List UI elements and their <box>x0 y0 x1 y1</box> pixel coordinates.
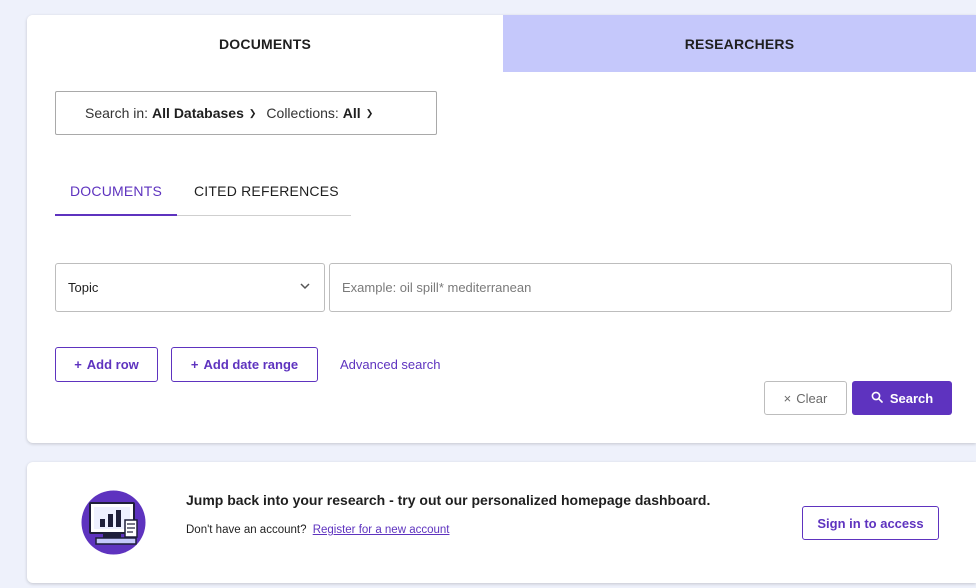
dashboard-illustration-icon <box>81 490 146 555</box>
search-label: Search <box>889 390 934 406</box>
subtab-documents[interactable]: DOCUMENTS <box>55 181 177 216</box>
add-date-range-button[interactable]: + Add date range <box>171 347 318 382</box>
search-type-tabs: DOCUMENTS CITED REFERENCES <box>55 181 351 216</box>
database-selector: Search in: All Databases ❯ Collections: … <box>55 91 437 135</box>
tab-researchers-label: RESEARCHERS <box>684 35 795 52</box>
database-dropdown[interactable]: All Databases <box>152 105 244 121</box>
search-query-input[interactable] <box>329 263 952 312</box>
search-in-label: Search in: <box>85 105 149 121</box>
chevron-down-icon <box>300 282 310 293</box>
collections-dropdown[interactable]: All <box>343 105 361 121</box>
advanced-search-link[interactable]: Advanced search <box>340 357 440 372</box>
no-account-text: Don't have an account? <box>186 524 307 536</box>
add-row-label: Add row <box>86 357 139 372</box>
tab-documents-label: DOCUMENTS <box>218 35 312 52</box>
sign-in-label: Sign in to access <box>817 515 924 531</box>
dashboard-promo-banner: Jump back into your research - try out o… <box>27 462 976 583</box>
plus-icon: + <box>74 357 82 372</box>
tab-researchers[interactable]: RESEARCHERS <box>503 15 976 72</box>
promo-title: Jump back into your research - try out o… <box>186 492 711 508</box>
subtab-documents-label: DOCUMENTS <box>69 183 163 199</box>
search-panel: DOCUMENTS RESEARCHERS Search in: All Dat… <box>27 15 976 443</box>
chevron-down-icon[interactable]: ❯ <box>366 108 374 119</box>
sign-in-button[interactable]: Sign in to access <box>802 506 939 540</box>
search-field-value: Topic <box>68 280 99 295</box>
search-field-select[interactable]: Topic <box>55 263 325 312</box>
plus-icon: + <box>190 357 199 372</box>
collections-label: Collections: <box>266 105 339 121</box>
tab-documents[interactable]: DOCUMENTS <box>27 15 503 72</box>
clear-button[interactable]: × Clear <box>764 381 847 415</box>
close-icon: × <box>783 390 792 406</box>
add-row-button[interactable]: + Add row <box>55 347 158 382</box>
search-button[interactable]: Search <box>852 381 952 415</box>
add-date-range-label: Add date range <box>203 357 299 372</box>
promo-subtext: Don't have an account? Register for a ne… <box>186 524 449 536</box>
search-icon <box>871 391 883 406</box>
register-link[interactable]: Register for a new account <box>313 524 450 536</box>
chevron-down-icon[interactable]: ❯ <box>249 108 257 119</box>
clear-label: Clear <box>796 390 828 406</box>
subtab-cited-references[interactable]: CITED REFERENCES <box>194 181 339 216</box>
subtab-cited-references-label: CITED REFERENCES <box>194 183 339 199</box>
